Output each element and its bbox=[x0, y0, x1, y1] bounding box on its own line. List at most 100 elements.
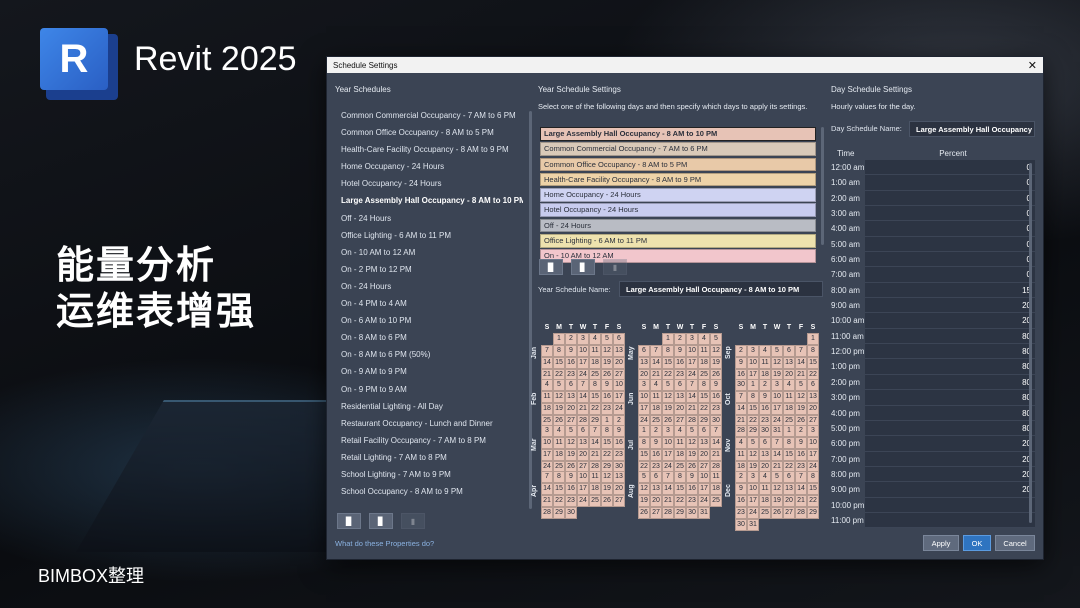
day-cell[interactable]: 12 bbox=[795, 391, 807, 403]
day-cell[interactable]: 7 bbox=[577, 379, 589, 391]
day-cell[interactable]: 12 bbox=[565, 437, 577, 449]
day-cell[interactable]: 16 bbox=[710, 391, 722, 403]
day-cell[interactable]: 31 bbox=[698, 507, 710, 519]
day-cell[interactable]: 8 bbox=[638, 437, 650, 449]
day-cell[interactable]: 23 bbox=[735, 507, 747, 519]
day-cell[interactable]: 15 bbox=[601, 437, 613, 449]
year-schedule-item[interactable]: On - 4 PM to 4 AM bbox=[337, 295, 523, 312]
day-cell[interactable]: 9 bbox=[686, 471, 698, 483]
day-cell[interactable]: 17 bbox=[771, 403, 783, 415]
day-cell[interactable]: 25 bbox=[710, 495, 722, 507]
day-cell[interactable]: 11 bbox=[541, 391, 553, 403]
day-cell[interactable]: 13 bbox=[807, 391, 819, 403]
day-cell[interactable]: 22 bbox=[674, 495, 686, 507]
year-schedule-item[interactable]: Retail Lighting - 7 AM to 8 PM bbox=[337, 449, 523, 466]
year-schedule-item[interactable]: Office Lighting - 6 AM to 11 PM bbox=[337, 227, 523, 244]
delete-day-button[interactable]: ▮ bbox=[603, 259, 627, 275]
day-cell[interactable]: 4 bbox=[783, 379, 795, 391]
day-cell[interactable]: 13 bbox=[759, 449, 771, 461]
day-cell[interactable]: 20 bbox=[807, 403, 819, 415]
day-cell[interactable]: 10 bbox=[638, 391, 650, 403]
day-cell[interactable]: 19 bbox=[553, 403, 565, 415]
day-cell[interactable]: 5 bbox=[771, 345, 783, 357]
day-cell[interactable]: 9 bbox=[759, 391, 771, 403]
day-cell[interactable]: 14 bbox=[650, 357, 662, 369]
day-cell[interactable]: 9 bbox=[710, 379, 722, 391]
year-name-field[interactable]: Large Assembly Hall Occupancy - 8 AM to … bbox=[619, 281, 823, 297]
day-cell[interactable]: 6 bbox=[650, 471, 662, 483]
day-cell[interactable]: 3 bbox=[747, 345, 759, 357]
day-cell[interactable]: 23 bbox=[686, 495, 698, 507]
day-cell[interactable]: 30 bbox=[686, 507, 698, 519]
day-cell[interactable]: 12 bbox=[553, 391, 565, 403]
year-schedule-item[interactable]: Health-Care Facility Occupancy - 8 AM to… bbox=[337, 141, 523, 158]
day-cell[interactable]: 25 bbox=[589, 495, 601, 507]
day-cell[interactable]: 20 bbox=[613, 483, 625, 495]
day-cell[interactable]: 16 bbox=[601, 391, 613, 403]
day-cell[interactable]: 30 bbox=[735, 379, 747, 391]
day-cell[interactable]: 13 bbox=[783, 357, 795, 369]
day-cell[interactable]: 18 bbox=[650, 403, 662, 415]
day-cell[interactable]: 18 bbox=[589, 483, 601, 495]
day-cell[interactable]: 12 bbox=[662, 391, 674, 403]
day-cell[interactable]: 18 bbox=[553, 449, 565, 461]
day-cell[interactable]: 21 bbox=[662, 495, 674, 507]
day-cell[interactable]: 28 bbox=[735, 425, 747, 437]
day-cell[interactable]: 4 bbox=[698, 333, 710, 345]
day-cell[interactable]: 31 bbox=[747, 519, 759, 531]
day-cell[interactable]: 8 bbox=[601, 425, 613, 437]
year-schedule-item[interactable]: Large Assembly Hall Occupancy - 8 AM to … bbox=[337, 192, 523, 209]
day-cell[interactable]: 7 bbox=[650, 345, 662, 357]
day-cell[interactable]: 20 bbox=[613, 357, 625, 369]
day-cell[interactable]: 8 bbox=[807, 345, 819, 357]
day-cell[interactable]: 12 bbox=[601, 471, 613, 483]
day-cell[interactable]: 7 bbox=[795, 471, 807, 483]
hour-percent-cell[interactable]: 80 bbox=[865, 405, 1035, 421]
day-cell[interactable]: 18 bbox=[698, 357, 710, 369]
day-cell[interactable]: 6 bbox=[807, 379, 819, 391]
day-cell[interactable]: 13 bbox=[674, 391, 686, 403]
day-cell[interactable]: 26 bbox=[601, 495, 613, 507]
new-day-button[interactable]: ▉ bbox=[539, 259, 563, 275]
day-cell[interactable]: 17 bbox=[541, 449, 553, 461]
day-cell[interactable]: 8 bbox=[698, 379, 710, 391]
day-cell[interactable]: 1 bbox=[638, 425, 650, 437]
day-cell[interactable]: 7 bbox=[541, 345, 553, 357]
day-cell[interactable]: 21 bbox=[577, 403, 589, 415]
year-schedule-item[interactable]: On - 2 PM to 12 PM bbox=[337, 261, 523, 278]
day-cell[interactable]: 6 bbox=[698, 425, 710, 437]
day-cell[interactable]: 16 bbox=[565, 483, 577, 495]
hour-percent-cell[interactable]: 0 bbox=[865, 206, 1035, 222]
day-cell[interactable]: 14 bbox=[662, 483, 674, 495]
day-cell[interactable]: 15 bbox=[674, 483, 686, 495]
day-cell[interactable]: 2 bbox=[650, 425, 662, 437]
day-cell[interactable]: 19 bbox=[686, 449, 698, 461]
day-cell[interactable]: 26 bbox=[638, 507, 650, 519]
day-cell[interactable]: 14 bbox=[795, 357, 807, 369]
day-cell[interactable]: 16 bbox=[735, 495, 747, 507]
day-cell[interactable]: 7 bbox=[795, 345, 807, 357]
day-cell[interactable]: 14 bbox=[577, 391, 589, 403]
day-cell[interactable]: 23 bbox=[565, 495, 577, 507]
day-cell[interactable]: 12 bbox=[710, 345, 722, 357]
hour-percent-cell[interactable]: 20 bbox=[865, 451, 1035, 467]
day-cell[interactable]: 10 bbox=[662, 437, 674, 449]
day-cell[interactable]: 19 bbox=[638, 495, 650, 507]
day-cell[interactable]: 4 bbox=[553, 425, 565, 437]
day-cell[interactable]: 7 bbox=[710, 425, 722, 437]
year-schedule-item[interactable]: Off - 24 Hours bbox=[337, 210, 523, 227]
day-cell[interactable]: 11 bbox=[698, 345, 710, 357]
day-cell[interactable]: 19 bbox=[771, 495, 783, 507]
day-cell[interactable]: 8 bbox=[553, 471, 565, 483]
hour-percent-cell[interactable]: 80 bbox=[865, 344, 1035, 360]
year-schedule-item[interactable]: Restaurant Occupancy - Lunch and Dinner bbox=[337, 415, 523, 432]
day-cell[interactable]: 9 bbox=[565, 345, 577, 357]
day-cell[interactable]: 27 bbox=[650, 507, 662, 519]
year-schedule-item[interactable]: On - 8 AM to 6 PM (50%) bbox=[337, 346, 523, 363]
day-cell[interactable]: 1 bbox=[553, 333, 565, 345]
day-cell[interactable]: 23 bbox=[601, 403, 613, 415]
day-cell[interactable]: 10 bbox=[807, 437, 819, 449]
day-cell[interactable]: 7 bbox=[686, 379, 698, 391]
day-cell[interactable]: 11 bbox=[783, 391, 795, 403]
day-cell[interactable]: 24 bbox=[577, 495, 589, 507]
